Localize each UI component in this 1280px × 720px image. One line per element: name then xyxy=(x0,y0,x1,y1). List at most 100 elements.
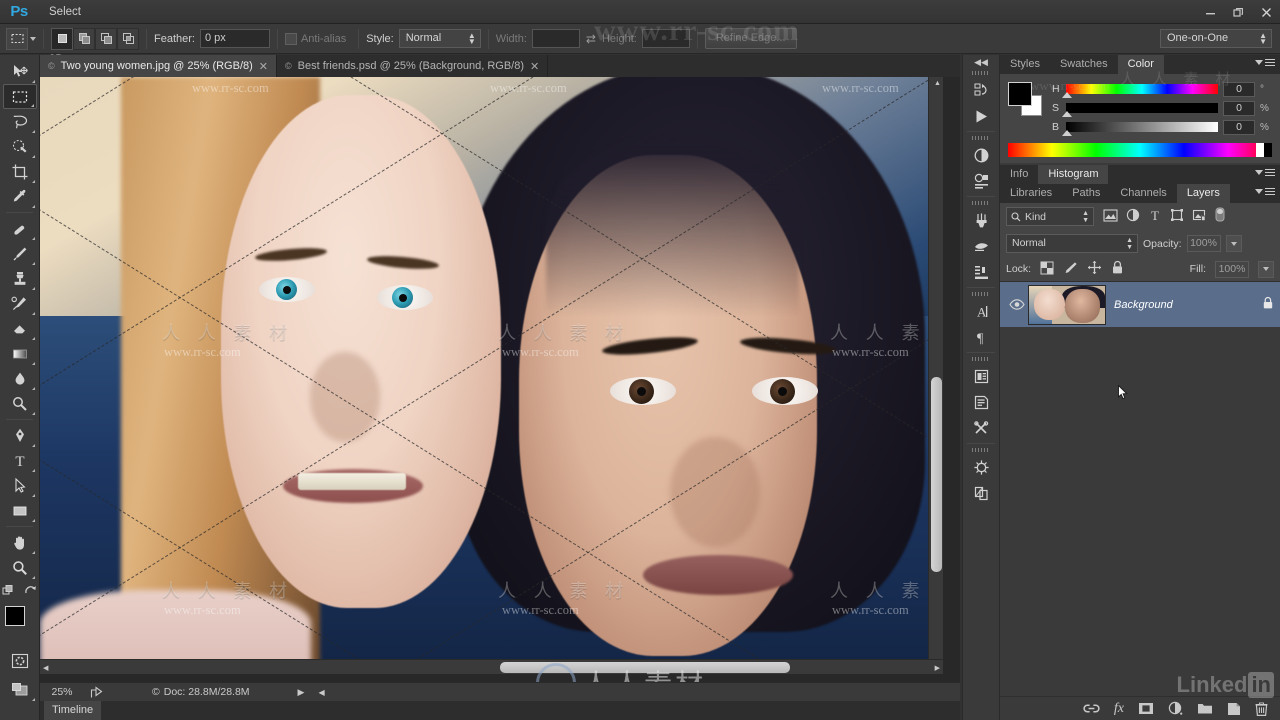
move-tool[interactable] xyxy=(3,59,37,84)
color-slider-b[interactable]: B 0% xyxy=(1052,119,1272,136)
dock-grip[interactable] xyxy=(963,446,999,454)
restore-button[interactable] xyxy=(1224,0,1252,24)
color-slider-value[interactable]: 0 xyxy=(1223,100,1255,116)
document-info[interactable]: © Doc: 28.8M/28.8M ▶ ◀ xyxy=(152,686,325,698)
lock-image-pixels-icon[interactable] xyxy=(1063,261,1078,278)
vertical-scroll-thumb[interactable] xyxy=(931,377,942,572)
history-icon[interactable] xyxy=(964,77,998,103)
rectangle-tool[interactable] xyxy=(3,498,37,523)
filter-toggle-icon[interactable] xyxy=(1214,207,1226,226)
quick-mask-button[interactable] xyxy=(3,648,37,673)
opacity-slider-button[interactable] xyxy=(1225,235,1242,252)
tab-histogram[interactable]: Histogram xyxy=(1038,165,1109,184)
notes-icon[interactable] xyxy=(964,363,998,389)
anti-alias-checkbox[interactable] xyxy=(284,32,297,45)
lock-transparent-pixels-icon[interactable] xyxy=(1040,261,1054,278)
channels-icon[interactable] xyxy=(964,480,998,506)
tab-channels[interactable]: Channels xyxy=(1110,184,1177,203)
color-panel-menu-button[interactable] xyxy=(1255,59,1275,66)
delete-layer-icon[interactable] xyxy=(1255,701,1268,716)
menu-select[interactable]: Select xyxy=(38,0,101,24)
color-slider-knob[interactable] xyxy=(1062,130,1072,136)
hand-tool[interactable] xyxy=(3,530,37,555)
status-menu-arrow-icon[interactable]: ▶ xyxy=(298,687,305,698)
table-row[interactable]: Background xyxy=(1000,282,1280,328)
crop-tool[interactable] xyxy=(3,159,37,184)
layer-filter-kind-select[interactable]: Kind ▲ ▼ xyxy=(1006,207,1094,226)
brush-icon[interactable] xyxy=(964,233,998,259)
add-layer-style-icon[interactable]: fx xyxy=(1114,701,1124,717)
color-slider-track[interactable] xyxy=(1062,122,1218,136)
adjustments-icon[interactable] xyxy=(964,142,998,168)
tab-swatches[interactable]: Swatches xyxy=(1049,55,1118,74)
lock-all-icon[interactable] xyxy=(1111,260,1124,278)
swap-dimensions-icon[interactable]: ⇄ xyxy=(586,32,596,46)
status-resize-grip-icon[interactable]: ◀ xyxy=(318,688,324,697)
new-adjustment-layer-icon[interactable] xyxy=(1168,701,1183,716)
paragraph-icon[interactable]: ¶ xyxy=(964,324,998,350)
canvas-area[interactable]: www.rr-sc.com www.rr-sc.com www.rr-sc.co… xyxy=(40,77,960,682)
document-tab-1[interactable]: © Two young women.jpg @ 25% (RGB/8) ✕ xyxy=(40,55,277,77)
dock-grip[interactable] xyxy=(963,134,999,142)
tab-info[interactable]: Info xyxy=(1000,165,1039,184)
close-tab-button[interactable]: ✕ xyxy=(259,60,268,73)
workspace-select[interactable]: One-on-One ▲ ▼ xyxy=(1160,29,1272,48)
character-icon[interactable]: A xyxy=(964,298,998,324)
dock-grip[interactable] xyxy=(963,290,999,298)
rectangular-marquee-tool[interactable] xyxy=(2,84,37,109)
close-tab-button[interactable]: ✕ xyxy=(530,60,539,73)
layer-thumbnail[interactable] xyxy=(1028,284,1106,325)
dock-grip[interactable] xyxy=(963,199,999,207)
lock-position-icon[interactable] xyxy=(1087,260,1102,278)
height-input[interactable] xyxy=(641,29,690,48)
color-slider-value[interactable]: 0 xyxy=(1223,119,1255,135)
color-slider-knob[interactable] xyxy=(1062,111,1072,117)
brush-tool[interactable] xyxy=(3,241,37,266)
selection-mode-group[interactable] xyxy=(51,27,139,50)
layers-panel-menu-button[interactable] xyxy=(1255,188,1275,195)
shape-filter-icon[interactable] xyxy=(1170,208,1184,225)
canvas-horizontal-scrollbar[interactable]: ◀ ▶ xyxy=(40,659,943,674)
share-icon[interactable] xyxy=(84,685,108,699)
gradient-tool[interactable] xyxy=(3,341,37,366)
close-button[interactable] xyxy=(1252,0,1280,24)
width-input[interactable] xyxy=(531,29,580,48)
zoom-tool[interactable] xyxy=(3,555,37,580)
zoom-level[interactable]: 25% xyxy=(40,686,84,698)
tab-timeline[interactable]: Timeline xyxy=(44,701,102,720)
tab-libraries[interactable]: Libraries xyxy=(1000,184,1063,203)
add-to-selection-button[interactable] xyxy=(73,27,95,50)
path-selection-tool[interactable] xyxy=(3,473,37,498)
type-filter-icon[interactable]: T xyxy=(1148,208,1162,225)
spot-healing-brush-tool[interactable] xyxy=(3,216,37,241)
edit-toolbar-icon[interactable] xyxy=(2,584,17,600)
foreground-color-swatch[interactable] xyxy=(4,606,25,626)
style-select[interactable]: Normal ▲ ▼ xyxy=(398,29,481,48)
fill-value[interactable]: 100% xyxy=(1215,260,1249,278)
tool-preset-picker[interactable] xyxy=(6,27,36,50)
color-slider-track[interactable] xyxy=(1062,84,1218,98)
measurement-icon[interactable] xyxy=(964,415,998,441)
document-image[interactable]: www.rr-sc.com www.rr-sc.com www.rr-sc.co… xyxy=(40,77,943,674)
3d-icon[interactable] xyxy=(964,454,998,480)
adjustment-filter-icon[interactable] xyxy=(1126,208,1140,225)
type-tool[interactable]: T xyxy=(3,448,37,473)
add-layer-mask-icon[interactable] xyxy=(1138,702,1154,715)
color-slider-track[interactable] xyxy=(1062,103,1218,117)
tab-color[interactable]: Color xyxy=(1117,55,1164,74)
dock-grip[interactable] xyxy=(963,355,999,363)
dodge-tool[interactable] xyxy=(3,391,37,416)
spectrum-white-black-swatch[interactable] xyxy=(1256,143,1272,157)
blend-mode-select[interactable]: Normal ▲ ▼ xyxy=(1006,234,1138,253)
tab-layers[interactable]: Layers xyxy=(1176,184,1230,203)
reset-tools-icon[interactable] xyxy=(24,584,38,600)
tool-preset-caret-icon[interactable] xyxy=(30,36,36,41)
clone-stamp-tool[interactable] xyxy=(3,266,37,291)
color-swatches[interactable] xyxy=(3,606,37,638)
eyedropper-tool[interactable] xyxy=(3,184,37,209)
color-slider-value[interactable]: 0 xyxy=(1223,81,1255,97)
smart-object-filter-icon[interactable] xyxy=(1192,208,1206,225)
actions-icon[interactable] xyxy=(964,103,998,129)
new-group-icon[interactable] xyxy=(1197,702,1213,715)
quick-selection-tool[interactable] xyxy=(3,134,37,159)
